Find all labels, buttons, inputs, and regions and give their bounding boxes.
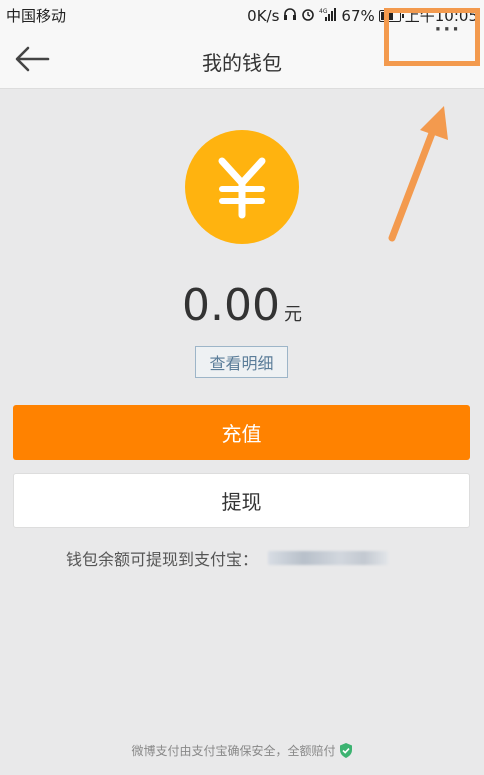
battery-percent: 67% [341,6,375,25]
view-details-link[interactable]: 查看明细 [195,346,288,378]
shield-check-icon [339,743,353,758]
more-options-button[interactable]: ··· [384,8,480,66]
annotation-arrow-icon [380,100,460,250]
balance-display: 0.00 元 [0,280,484,331]
signal-icon: 4G [319,7,337,25]
more-icon: ··· [434,19,461,40]
carrier-name: 中国移动 [6,7,67,25]
withdraw-hint-text: 钱包余额可提现到支付宝： [66,550,259,569]
headset-icon [283,7,297,25]
masked-account [268,551,389,565]
security-footer: 微博支付由支付宝确保安全，全额赔付 [0,742,484,759]
svg-text:4G: 4G [319,8,328,15]
withdraw-button[interactable]: 提现 [13,473,470,528]
alarm-icon [301,7,315,25]
footer-text: 微博支付由支付宝确保安全，全额赔付 [131,744,336,758]
balance-unit: 元 [283,304,302,325]
network-speed: 0K/s [247,6,280,25]
withdraw-hint: 钱包余额可提现到支付宝： [66,546,389,570]
wallet-coin-icon [185,130,299,244]
recharge-button[interactable]: 充值 [13,405,470,460]
balance-amount: 0.00 [182,280,280,331]
